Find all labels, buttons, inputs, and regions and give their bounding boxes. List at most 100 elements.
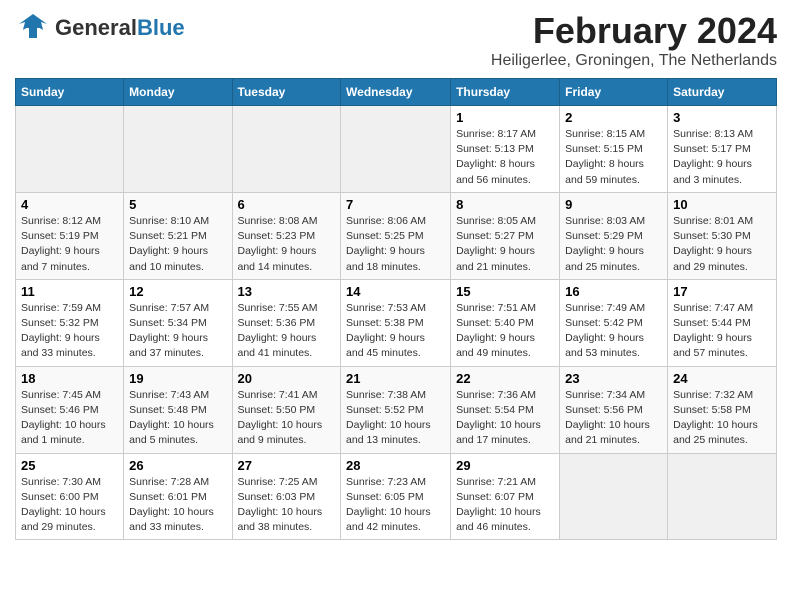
day-info: Sunrise: 7:30 AM Sunset: 6:00 PM Dayligh… bbox=[21, 475, 118, 536]
day-header-wednesday: Wednesday bbox=[341, 79, 451, 106]
calendar-cell: 10 Sunrise: 8:01 AM Sunset: 5:30 PM Dayli… bbox=[668, 192, 777, 279]
calendar-cell: 24 Sunrise: 7:32 AM Sunset: 5:58 PM Dayli… bbox=[668, 366, 777, 453]
calendar-cell: 14 Sunrise: 7:53 AM Sunset: 5:38 PM Dayli… bbox=[341, 279, 451, 366]
calendar-cell: 13Sunrise: 7:55 AM Sunset: 5:36 PM Dayli… bbox=[232, 279, 341, 366]
day-number: 3 bbox=[673, 110, 771, 125]
day-info: Sunrise: 8:03 AM Sunset: 5:29 PM Dayligh… bbox=[565, 214, 662, 275]
day-number: 2 bbox=[565, 110, 662, 125]
day-info: Sunrise: 7:53 AM Sunset: 5:38 PM Dayligh… bbox=[346, 301, 445, 362]
calendar-cell: 3 Sunrise: 8:13 AM Sunset: 5:17 PM Daylig… bbox=[668, 106, 777, 193]
day-info: Sunrise: 8:05 AM Sunset: 5:27 PM Dayligh… bbox=[456, 214, 554, 275]
calendar-week-row: 4 Sunrise: 8:12 AM Sunset: 5:19 PM Daylig… bbox=[16, 192, 777, 279]
day-number: 23 bbox=[565, 371, 662, 386]
day-number: 11 bbox=[21, 284, 118, 299]
day-number: 28 bbox=[346, 458, 445, 473]
calendar-cell: 21 Sunrise: 7:38 AM Sunset: 5:52 PM Dayli… bbox=[341, 366, 451, 453]
day-info: Sunrise: 8:08 AM Sunset: 5:23 PM Dayligh… bbox=[238, 214, 336, 275]
day-info: Sunrise: 7:38 AM Sunset: 5:52 PM Dayligh… bbox=[346, 388, 445, 449]
day-number: 13 bbox=[238, 284, 336, 299]
day-number: 27 bbox=[238, 458, 336, 473]
day-header-thursday: Thursday bbox=[451, 79, 560, 106]
day-number: 5 bbox=[129, 197, 226, 212]
calendar-cell: 28 Sunrise: 7:23 AM Sunset: 6:05 PM Dayli… bbox=[341, 453, 451, 540]
calendar-cell: 17 Sunrise: 7:47 AM Sunset: 5:44 PM Dayli… bbox=[668, 279, 777, 366]
calendar-cell bbox=[560, 453, 668, 540]
calendar-cell bbox=[232, 106, 341, 193]
calendar-cell: 22Sunrise: 7:36 AM Sunset: 5:54 PM Dayli… bbox=[451, 366, 560, 453]
calendar-cell: 1 Sunrise: 8:17 AM Sunset: 5:13 PM Daylig… bbox=[451, 106, 560, 193]
day-number: 24 bbox=[673, 371, 771, 386]
calendar-cell: 9 Sunrise: 8:03 AM Sunset: 5:29 PM Daylig… bbox=[560, 192, 668, 279]
day-number: 26 bbox=[129, 458, 226, 473]
calendar-cell: 23 Sunrise: 7:34 AM Sunset: 5:56 PM Dayli… bbox=[560, 366, 668, 453]
day-header-monday: Monday bbox=[124, 79, 232, 106]
day-number: 17 bbox=[673, 284, 771, 299]
day-number: 22 bbox=[456, 371, 554, 386]
day-info: Sunrise: 7:32 AM Sunset: 5:58 PM Dayligh… bbox=[673, 388, 771, 449]
calendar-cell: 12 Sunrise: 7:57 AM Sunset: 5:34 PM Dayli… bbox=[124, 279, 232, 366]
day-number: 1 bbox=[456, 110, 554, 125]
day-number: 20 bbox=[238, 371, 336, 386]
day-info: Sunrise: 8:15 AM Sunset: 5:15 PM Dayligh… bbox=[565, 127, 662, 188]
logo-area: GeneralBlue bbox=[15, 10, 185, 46]
calendar-cell: 5 Sunrise: 8:10 AM Sunset: 5:21 PM Daylig… bbox=[124, 192, 232, 279]
logo-blue: Blue bbox=[137, 15, 185, 40]
calendar-cell: 27Sunrise: 7:25 AM Sunset: 6:03 PM Dayli… bbox=[232, 453, 341, 540]
calendar-cell bbox=[124, 106, 232, 193]
calendar-cell: 25 Sunrise: 7:30 AM Sunset: 6:00 PM Dayli… bbox=[16, 453, 124, 540]
day-info: Sunrise: 7:51 AM Sunset: 5:40 PM Dayligh… bbox=[456, 301, 554, 362]
calendar-cell: 6Sunrise: 8:08 AM Sunset: 5:23 PM Daylig… bbox=[232, 192, 341, 279]
calendar-header-row: SundayMondayTuesdayWednesdayThursdayFrid… bbox=[16, 79, 777, 106]
calendar-cell: 15Sunrise: 7:51 AM Sunset: 5:40 PM Dayli… bbox=[451, 279, 560, 366]
day-info: Sunrise: 7:41 AM Sunset: 5:50 PM Dayligh… bbox=[238, 388, 336, 449]
calendar-cell bbox=[16, 106, 124, 193]
calendar-cell: 16Sunrise: 7:49 AM Sunset: 5:42 PM Dayli… bbox=[560, 279, 668, 366]
day-header-friday: Friday bbox=[560, 79, 668, 106]
calendar-week-row: 1 Sunrise: 8:17 AM Sunset: 5:13 PM Daylig… bbox=[16, 106, 777, 193]
day-info: Sunrise: 8:06 AM Sunset: 5:25 PM Dayligh… bbox=[346, 214, 445, 275]
day-info: Sunrise: 8:10 AM Sunset: 5:21 PM Dayligh… bbox=[129, 214, 226, 275]
calendar-cell: 8 Sunrise: 8:05 AM Sunset: 5:27 PM Daylig… bbox=[451, 192, 560, 279]
day-info: Sunrise: 7:59 AM Sunset: 5:32 PM Dayligh… bbox=[21, 301, 118, 362]
day-number: 10 bbox=[673, 197, 771, 212]
title-area: February 2024 Heiligerlee, Groningen, Th… bbox=[491, 10, 777, 70]
day-info: Sunrise: 8:01 AM Sunset: 5:30 PM Dayligh… bbox=[673, 214, 771, 275]
day-number: 14 bbox=[346, 284, 445, 299]
day-number: 25 bbox=[21, 458, 118, 473]
calendar-cell: 19 Sunrise: 7:43 AM Sunset: 5:48 PM Dayli… bbox=[124, 366, 232, 453]
day-number: 21 bbox=[346, 371, 445, 386]
day-number: 12 bbox=[129, 284, 226, 299]
logo-text: GeneralBlue bbox=[55, 15, 185, 40]
page-header: GeneralBlue February 2024 Heiligerlee, G… bbox=[15, 10, 777, 70]
day-info: Sunrise: 8:12 AM Sunset: 5:19 PM Dayligh… bbox=[21, 214, 118, 275]
day-number: 4 bbox=[21, 197, 118, 212]
calendar-table: SundayMondayTuesdayWednesdayThursdayFrid… bbox=[15, 78, 777, 540]
day-number: 29 bbox=[456, 458, 554, 473]
day-header-sunday: Sunday bbox=[16, 79, 124, 106]
day-info: Sunrise: 8:17 AM Sunset: 5:13 PM Dayligh… bbox=[456, 127, 554, 188]
day-info: Sunrise: 8:13 AM Sunset: 5:17 PM Dayligh… bbox=[673, 127, 771, 188]
calendar-cell: 20 Sunrise: 7:41 AM Sunset: 5:50 PM Dayli… bbox=[232, 366, 341, 453]
calendar-cell: 7Sunrise: 8:06 AM Sunset: 5:25 PM Daylig… bbox=[341, 192, 451, 279]
day-header-saturday: Saturday bbox=[668, 79, 777, 106]
calendar-cell: 18 Sunrise: 7:45 AM Sunset: 5:46 PM Dayli… bbox=[16, 366, 124, 453]
day-info: Sunrise: 7:34 AM Sunset: 5:56 PM Dayligh… bbox=[565, 388, 662, 449]
day-number: 8 bbox=[456, 197, 554, 212]
day-info: Sunrise: 7:43 AM Sunset: 5:48 PM Dayligh… bbox=[129, 388, 226, 449]
calendar-cell: 4 Sunrise: 8:12 AM Sunset: 5:19 PM Daylig… bbox=[16, 192, 124, 279]
calendar-cell: 11 Sunrise: 7:59 AM Sunset: 5:32 PM Dayli… bbox=[16, 279, 124, 366]
calendar-cell: 2 Sunrise: 8:15 AM Sunset: 5:15 PM Daylig… bbox=[560, 106, 668, 193]
calendar-cell bbox=[668, 453, 777, 540]
day-info: Sunrise: 7:23 AM Sunset: 6:05 PM Dayligh… bbox=[346, 475, 445, 536]
day-number: 18 bbox=[21, 371, 118, 386]
calendar-cell: 29 Sunrise: 7:21 AM Sunset: 6:07 PM Dayli… bbox=[451, 453, 560, 540]
day-info: Sunrise: 7:47 AM Sunset: 5:44 PM Dayligh… bbox=[673, 301, 771, 362]
calendar-week-row: 25 Sunrise: 7:30 AM Sunset: 6:00 PM Dayli… bbox=[16, 453, 777, 540]
day-info: Sunrise: 7:45 AM Sunset: 5:46 PM Dayligh… bbox=[21, 388, 118, 449]
day-info: Sunrise: 7:57 AM Sunset: 5:34 PM Dayligh… bbox=[129, 301, 226, 362]
day-number: 19 bbox=[129, 371, 226, 386]
logo-general: General bbox=[55, 15, 137, 40]
day-info: Sunrise: 7:21 AM Sunset: 6:07 PM Dayligh… bbox=[456, 475, 554, 536]
day-number: 9 bbox=[565, 197, 662, 212]
day-number: 16 bbox=[565, 284, 662, 299]
